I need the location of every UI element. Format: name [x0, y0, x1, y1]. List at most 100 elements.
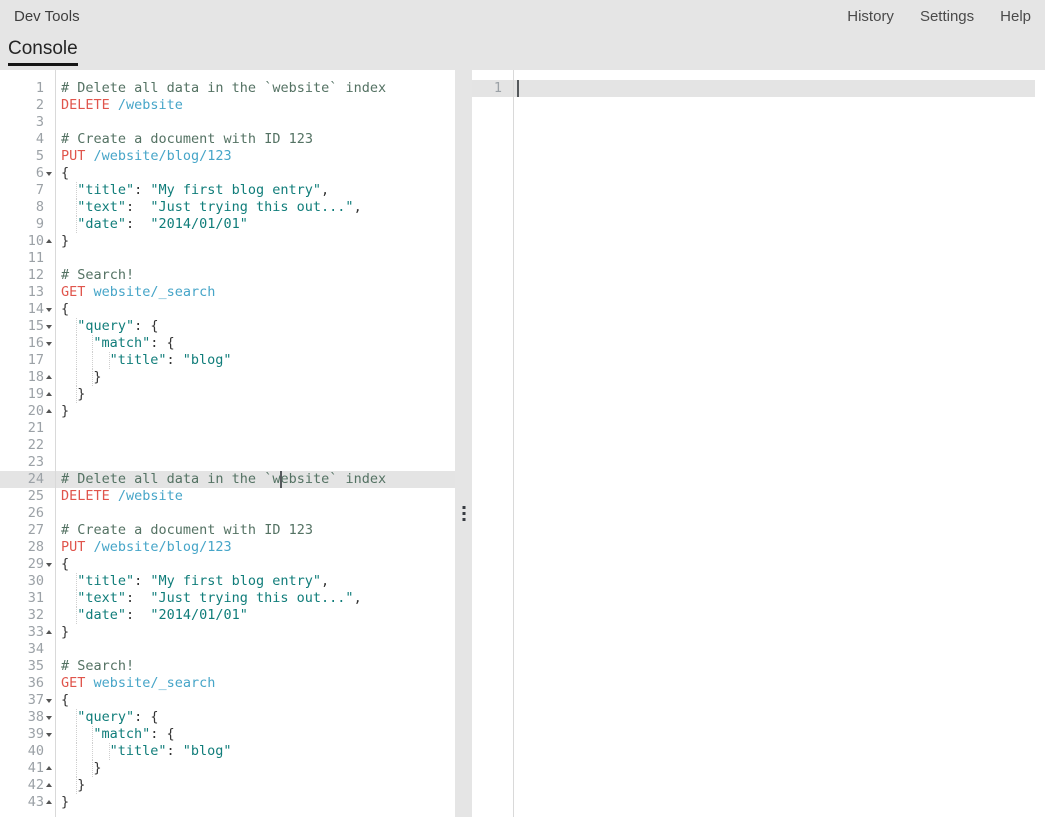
- gutter-divider: [55, 70, 56, 817]
- token-p: :: [167, 743, 183, 759]
- response-editor[interactable]: 1: [472, 70, 1045, 817]
- line-number: 12: [0, 267, 44, 284]
- fold-cell: [44, 641, 55, 658]
- code-line[interactable]: }: [55, 760, 455, 777]
- code-line[interactable]: PUT /website/blog/123: [55, 148, 455, 165]
- code-line[interactable]: "title": "My first blog entry",: [55, 573, 455, 590]
- editor-line: 28PUT /website/blog/123: [0, 539, 455, 556]
- code-line[interactable]: # Delete all data in the `website` index: [55, 80, 455, 97]
- code-line[interactable]: "query": {: [55, 709, 455, 726]
- fold-open-icon[interactable]: [46, 325, 52, 329]
- fold-open-icon[interactable]: [46, 172, 52, 176]
- fold-open-icon[interactable]: [46, 563, 52, 567]
- editor-line: 16"match": {: [0, 335, 455, 352]
- token-u: /website/blog/123: [94, 148, 232, 164]
- token-c: # Delete all data in the `website` index: [61, 471, 386, 487]
- code-line[interactable]: GET website/_search: [55, 284, 455, 301]
- fold-cell: [44, 131, 55, 148]
- token-p: {: [61, 301, 69, 317]
- fold-close-icon[interactable]: [46, 239, 52, 243]
- fold-cell: [44, 97, 55, 114]
- code-line[interactable]: "date": "2014/01/01": [55, 216, 455, 233]
- token-p: :: [126, 607, 150, 623]
- line-number: 14: [0, 301, 44, 318]
- code-line[interactable]: "title": "My first blog entry",: [55, 182, 455, 199]
- line-number: 25: [0, 488, 44, 505]
- fold-cell: [44, 80, 55, 97]
- editor-line: 37{: [0, 692, 455, 709]
- code-line[interactable]: [55, 505, 455, 522]
- code-line[interactable]: }: [55, 233, 455, 250]
- tab-console[interactable]: Console: [8, 38, 78, 66]
- code-line[interactable]: {: [55, 165, 455, 182]
- fold-close-icon[interactable]: [46, 409, 52, 413]
- code-line[interactable]: [55, 437, 455, 454]
- code-line[interactable]: "title": "blog": [55, 743, 455, 760]
- code-line[interactable]: GET website/_search: [55, 675, 455, 692]
- request-editor[interactable]: 1 # Delete all data in the `website` inde…: [0, 70, 455, 817]
- code-line[interactable]: # Search!: [55, 658, 455, 675]
- code-line[interactable]: # Search!: [55, 267, 455, 284]
- line-number: 1: [0, 80, 44, 97]
- menu-item-help[interactable]: Help: [1000, 8, 1031, 25]
- code-line[interactable]: PUT /website/blog/123: [55, 539, 455, 556]
- code-line[interactable]: {: [55, 692, 455, 709]
- fold-open-icon[interactable]: [46, 733, 52, 737]
- code-line[interactable]: # Create a document with ID 123: [55, 131, 455, 148]
- code-line[interactable]: "title": "blog": [55, 352, 455, 369]
- editor-line: 20}: [0, 403, 455, 420]
- code-line[interactable]: {: [55, 301, 455, 318]
- fold-close-icon[interactable]: [46, 766, 52, 770]
- fold-open-icon[interactable]: [46, 699, 52, 703]
- token-s: "My first blog entry": [150, 573, 321, 589]
- menu-item-history[interactable]: History: [847, 8, 894, 25]
- fold-cell: [44, 420, 55, 437]
- fold-cell: [44, 165, 55, 182]
- code-line[interactable]: "match": {: [55, 726, 455, 743]
- code-line[interactable]: {: [55, 556, 455, 573]
- line-number: 1: [472, 80, 502, 97]
- code-line[interactable]: }: [55, 369, 455, 386]
- menu-item-settings[interactable]: Settings: [920, 8, 974, 25]
- code-line[interactable]: }: [55, 777, 455, 794]
- code-line[interactable]: DELETE /website: [55, 488, 455, 505]
- token-p: }: [93, 760, 101, 776]
- token-p: :: [126, 199, 150, 215]
- code-line[interactable]: # Create a document with ID 123: [55, 522, 455, 539]
- code-line[interactable]: "text": "Just trying this out...",: [55, 199, 455, 216]
- fold-close-icon[interactable]: [46, 375, 52, 379]
- code-line[interactable]: "match": {: [55, 335, 455, 352]
- fold-close-icon[interactable]: [46, 783, 52, 787]
- code-line[interactable]: [55, 454, 455, 471]
- fold-close-icon[interactable]: [46, 392, 52, 396]
- fold-open-icon[interactable]: [46, 342, 52, 346]
- line-number: 2: [0, 97, 44, 114]
- token-m: PUT: [61, 539, 94, 555]
- panel-divider[interactable]: [455, 70, 472, 817]
- fold-close-icon[interactable]: [46, 800, 52, 804]
- fold-cell: [44, 522, 55, 539]
- token-p: }: [77, 777, 85, 793]
- editor-line: 39"match": {: [0, 726, 455, 743]
- fold-open-icon[interactable]: [46, 308, 52, 312]
- code-line[interactable]: }: [55, 403, 455, 420]
- code-line[interactable]: [55, 641, 455, 658]
- code-line[interactable]: [55, 250, 455, 267]
- code-line[interactable]: }: [55, 794, 455, 811]
- fold-close-icon[interactable]: [46, 630, 52, 634]
- fold-cell: [44, 250, 55, 267]
- fold-cell: [44, 182, 55, 199]
- code-line[interactable]: [513, 80, 1045, 97]
- code-line[interactable]: "text": "Just trying this out...",: [55, 590, 455, 607]
- fold-cell: [44, 352, 55, 369]
- code-line[interactable]: # Delete all data in the `website` index: [55, 471, 455, 488]
- code-line[interactable]: "date": "2014/01/01": [55, 607, 455, 624]
- code-line[interactable]: [55, 420, 455, 437]
- token-u: /website: [118, 488, 183, 504]
- code-line[interactable]: }: [55, 386, 455, 403]
- code-line[interactable]: DELETE /website: [55, 97, 455, 114]
- fold-open-icon[interactable]: [46, 716, 52, 720]
- code-line[interactable]: [55, 114, 455, 131]
- code-line[interactable]: "query": {: [55, 318, 455, 335]
- code-line[interactable]: }: [55, 624, 455, 641]
